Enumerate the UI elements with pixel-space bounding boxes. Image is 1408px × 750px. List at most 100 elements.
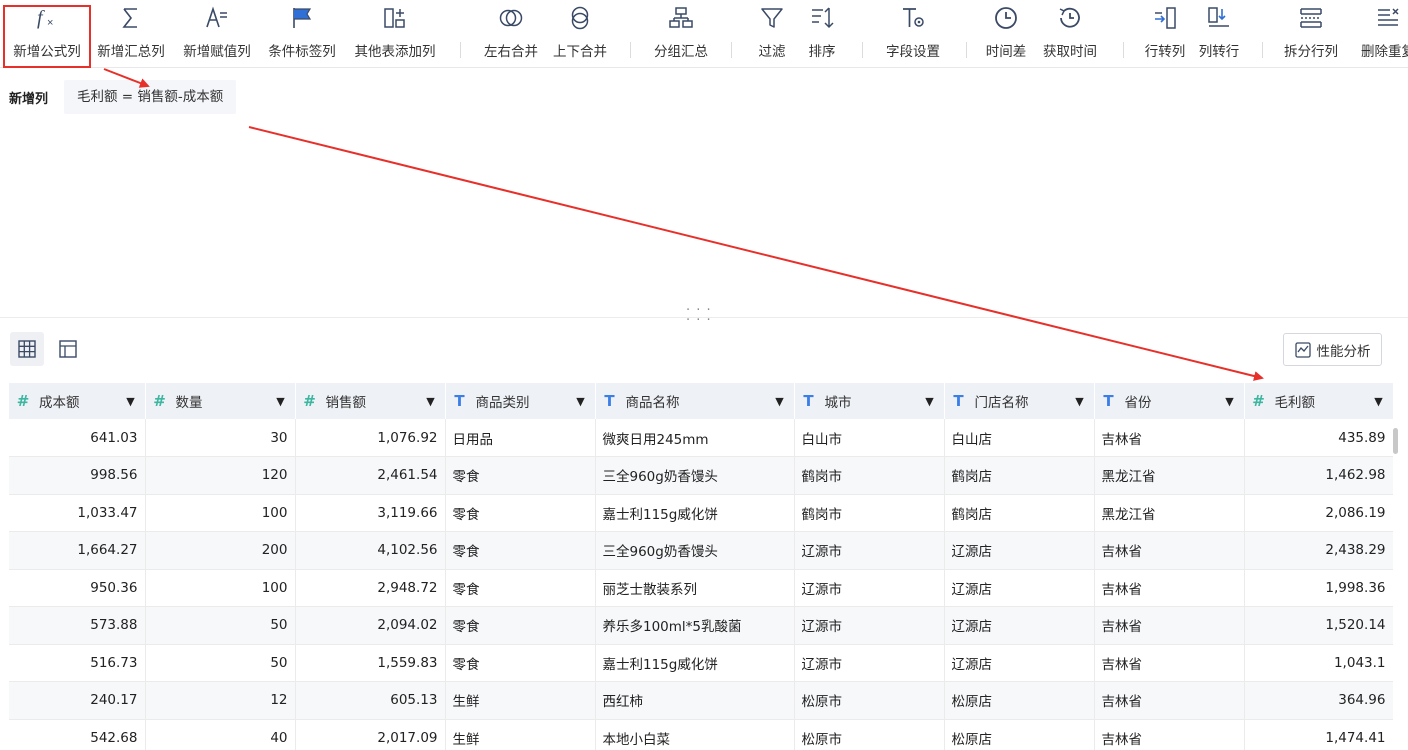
table-row[interactable]: 516.73 50 1,559.83 零食 嘉士利115g威化饼 辽源市 辽源店 吉林省 1,0…	[9, 644, 1393, 682]
add-summary-column-button[interactable]: 新增汇总列	[96, 0, 166, 68]
table-cell[interactable]: 30	[145, 419, 296, 457]
table-cell[interactable]: 松原店	[944, 681, 1095, 720]
table-cell[interactable]: 4,102.56	[295, 531, 446, 570]
table-cell[interactable]: 950.36	[9, 569, 146, 607]
column-header[interactable]: # 销售额 ▼	[295, 383, 446, 419]
table-cell[interactable]: 50	[145, 644, 296, 682]
table-cell[interactable]: 364.96	[1244, 681, 1393, 720]
add-assign-column-button[interactable]: 新增赋值列	[182, 0, 252, 68]
field-settings-button[interactable]: 字段设置	[883, 0, 943, 68]
sort-button[interactable]: 排序	[807, 0, 837, 68]
table-cell[interactable]: 辽源店	[944, 644, 1095, 682]
table-cell[interactable]: 嘉士利115g威化饼	[595, 494, 795, 532]
table-cell[interactable]: 40	[145, 719, 296, 750]
table-cell[interactable]: 西红柿	[595, 681, 795, 720]
table-cell[interactable]: 零食	[445, 531, 596, 570]
dropdown-caret-icon[interactable]: ▼	[267, 395, 295, 408]
formula-expression-chip[interactable]: 毛利额 = 销售额-成本额	[64, 80, 237, 114]
table-cell[interactable]: 542.68	[9, 719, 146, 750]
table-cell[interactable]: 1,033.47	[9, 494, 146, 532]
table-cell[interactable]: 养乐多100ml*5乳酸菌	[595, 606, 795, 645]
table-row[interactable]: 1,664.27 200 4,102.56 零食 三全960g奶香馒头 辽源市 辽源店 吉林省…	[9, 531, 1393, 570]
table-cell[interactable]: 黑龙江省	[1094, 456, 1245, 495]
get-time-button[interactable]: 获取时间	[1043, 0, 1097, 68]
table-cell[interactable]: 白山店	[944, 419, 1095, 457]
resize-drag-handle[interactable]: · · · · · ·	[686, 304, 712, 327]
table-cell[interactable]: 998.56	[9, 456, 146, 495]
table-cell[interactable]: 吉林省	[1094, 681, 1245, 720]
dropdown-caret-icon[interactable]: ▼	[1365, 395, 1393, 408]
table-cell[interactable]: 吉林省	[1094, 569, 1245, 607]
split-rows-columns-button[interactable]: 拆分行列	[1284, 0, 1338, 68]
table-cell[interactable]: 240.17	[9, 681, 146, 720]
table-cell[interactable]: 641.03	[9, 419, 146, 457]
table-row[interactable]: 573.88 50 2,094.02 零食 养乐多100ml*5乳酸菌 辽源市 辽源店 吉林省…	[9, 606, 1393, 645]
column-header[interactable]: # 数量 ▼	[145, 383, 296, 419]
dropdown-caret-icon[interactable]: ▼	[1066, 395, 1094, 408]
column-header[interactable]: T 门店名称 ▼	[944, 383, 1095, 419]
table-cell[interactable]: 鹤岗店	[944, 456, 1095, 495]
table-cell[interactable]: 2,094.02	[295, 606, 446, 645]
layout-view-button[interactable]	[51, 332, 85, 366]
table-cell[interactable]: 吉林省	[1094, 719, 1245, 750]
table-cell[interactable]: 辽源店	[944, 569, 1095, 607]
table-cell[interactable]: 1,474.41	[1244, 719, 1393, 750]
table-cell[interactable]: 鹤岗店	[944, 494, 1095, 532]
table-cell[interactable]: 100	[145, 569, 296, 607]
table-cell[interactable]: 2,461.54	[295, 456, 446, 495]
condition-tag-column-button[interactable]: 条件标签列	[267, 0, 337, 68]
table-cell[interactable]: 嘉士利115g威化饼	[595, 644, 795, 682]
row-to-column-button[interactable]: 行转列	[1145, 0, 1185, 68]
table-cell[interactable]: 吉林省	[1094, 531, 1245, 570]
performance-analysis-button[interactable]: 性能分析	[1283, 333, 1382, 366]
group-summary-button[interactable]: 分组汇总	[654, 0, 708, 68]
table-cell[interactable]: 2,948.72	[295, 569, 446, 607]
table-cell[interactable]: 辽源店	[944, 531, 1095, 570]
table-cell[interactable]: 生鲜	[445, 681, 596, 720]
table-cell[interactable]: 573.88	[9, 606, 146, 645]
table-row[interactable]: 641.03 30 1,076.92 日用品 微爽日用245mm 白山市 白山店 吉林省 435…	[9, 419, 1393, 457]
table-cell[interactable]: 三全960g奶香馒头	[595, 456, 795, 495]
table-row[interactable]: 950.36 100 2,948.72 零食 丽芝士散装系列 辽源市 辽源店 吉林省 1,998…	[9, 569, 1393, 607]
column-header[interactable]: # 成本额 ▼	[9, 383, 146, 419]
table-cell[interactable]: 零食	[445, 569, 596, 607]
table-cell[interactable]: 120	[145, 456, 296, 495]
table-cell[interactable]: 白山市	[794, 419, 945, 457]
table-cell[interactable]: 鹤岗市	[794, 456, 945, 495]
time-difference-button[interactable]: 时间差	[986, 0, 1026, 68]
table-cell[interactable]: 零食	[445, 644, 596, 682]
table-cell[interactable]: 1,559.83	[295, 644, 446, 682]
add-column-from-other-table-button[interactable]: 其他表添加列	[355, 0, 436, 68]
table-cell[interactable]: 松原店	[944, 719, 1095, 750]
table-cell[interactable]: 12	[145, 681, 296, 720]
table-cell[interactable]: 1,998.36	[1244, 569, 1393, 607]
table-cell[interactable]: 50	[145, 606, 296, 645]
table-cell[interactable]: 2,017.09	[295, 719, 446, 750]
merge-left-right-button[interactable]: 左右合并	[484, 0, 538, 68]
column-header[interactable]: T 省份 ▼	[1094, 383, 1245, 419]
column-header[interactable]: T 商品类别 ▼	[445, 383, 596, 419]
table-cell[interactable]: 三全960g奶香馒头	[595, 531, 795, 570]
table-cell[interactable]: 零食	[445, 494, 596, 532]
column-header[interactable]: # 毛利额 ▼	[1244, 383, 1393, 419]
table-cell[interactable]: 辽源市	[794, 531, 945, 570]
table-cell[interactable]: 516.73	[9, 644, 146, 682]
table-row[interactable]: 998.56 120 2,461.54 零食 三全960g奶香馒头 鹤岗市 鹤岗店 黑龙江省 1…	[9, 456, 1393, 495]
table-cell[interactable]: 松原市	[794, 719, 945, 750]
table-cell[interactable]: 2,086.19	[1244, 494, 1393, 532]
table-cell[interactable]: 435.89	[1244, 419, 1393, 457]
table-cell[interactable]: 吉林省	[1094, 644, 1245, 682]
table-cell[interactable]: 鹤岗市	[794, 494, 945, 532]
dropdown-caret-icon[interactable]: ▼	[117, 395, 145, 408]
table-cell[interactable]: 2,438.29	[1244, 531, 1393, 570]
table-cell[interactable]: 1,076.92	[295, 419, 446, 457]
table-cell[interactable]: 辽源店	[944, 606, 1095, 645]
table-view-button[interactable]	[10, 332, 44, 366]
table-cell[interactable]: 辽源市	[794, 569, 945, 607]
table-cell[interactable]: 吉林省	[1094, 419, 1245, 457]
delete-duplicates-button[interactable]: 删除重复	[1360, 0, 1408, 68]
table-cell[interactable]: 605.13	[295, 681, 446, 720]
dropdown-caret-icon[interactable]: ▼	[916, 395, 944, 408]
table-row[interactable]: 542.68 40 2,017.09 生鲜 本地小白菜 松原市 松原店 吉林省 1,474.41	[9, 719, 1393, 750]
filter-button[interactable]: 过滤	[757, 0, 787, 68]
